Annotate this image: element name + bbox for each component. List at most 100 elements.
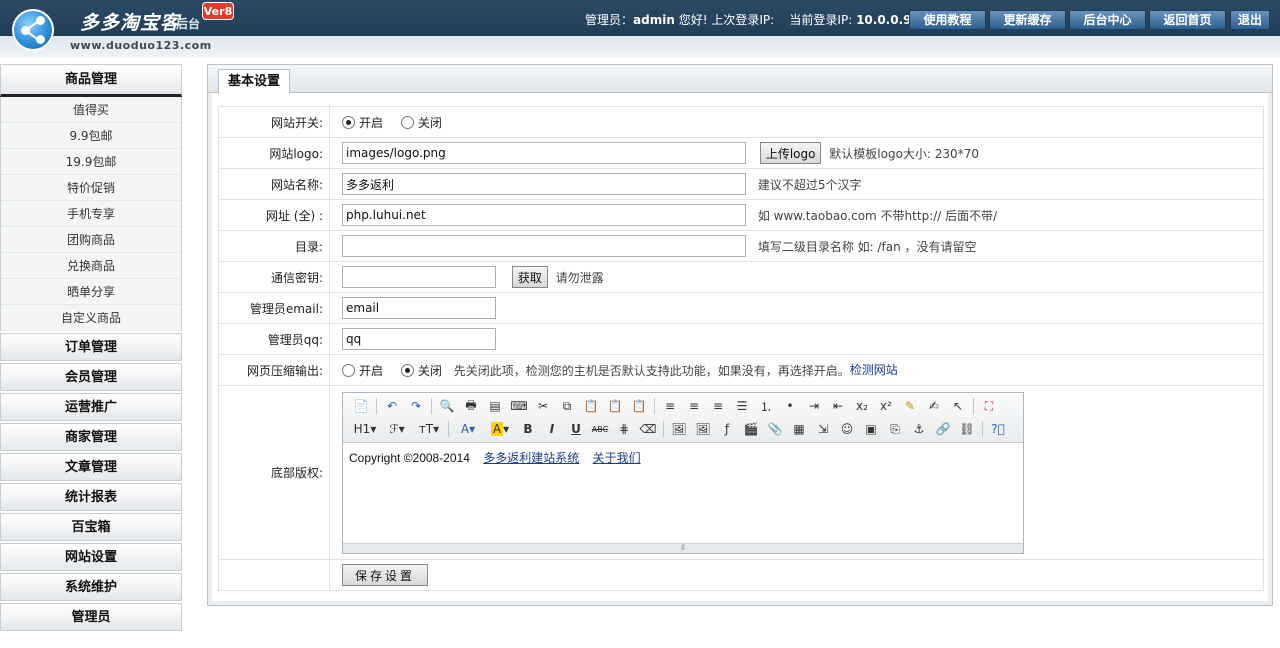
refresh-cache-button[interactable]: 更新缓存: [989, 10, 1066, 30]
select-all-icon[interactable]: ✍: [922, 396, 946, 416]
current-ip: 10.0.0.9: [856, 13, 912, 27]
menu-promotion[interactable]: 运营推广: [0, 393, 182, 421]
admin-email-label: 管理员email:: [218, 292, 330, 324]
source-icon[interactable]: 📄: [349, 396, 373, 416]
page-break-icon[interactable]: ⎘: [883, 419, 907, 439]
save-settings-button[interactable]: 保存设置: [342, 564, 428, 586]
strikethrough-icon[interactable]: ABC: [588, 419, 612, 439]
submenu-item[interactable]: 晒单分享: [1, 279, 181, 305]
submenu-item[interactable]: 19.9包邮: [1, 149, 181, 175]
image-manager-icon[interactable]: ▣: [859, 419, 883, 439]
submenu-item[interactable]: 值得买: [1, 97, 181, 123]
editor-content[interactable]: Copyright ©2008-2014 多多返利建站系统 关于我们: [343, 443, 1023, 543]
preview-icon[interactable]: 🔍: [435, 396, 459, 416]
align-center-icon[interactable]: ≡: [682, 396, 706, 416]
menu-orders[interactable]: 订单管理: [0, 333, 182, 361]
print-icon[interactable]: 🖶: [459, 396, 483, 416]
multi-image-icon[interactable]: 🖼: [691, 419, 715, 439]
highlight-icon[interactable]: A ▾: [484, 419, 516, 439]
check-site-link[interactable]: 检测网站: [850, 363, 898, 377]
menu-members[interactable]: 会员管理: [0, 363, 182, 391]
paste-word-icon[interactable]: 📋: [627, 396, 651, 416]
tutorial-button[interactable]: 使用教程: [909, 10, 986, 30]
code-icon[interactable]: ⌨: [507, 396, 531, 416]
copy-icon[interactable]: ⧉: [555, 396, 579, 416]
align-right-icon[interactable]: ≡: [706, 396, 730, 416]
help-icon[interactable]: ?⃝: [986, 419, 1010, 439]
heading-icon[interactable]: H1 ▾: [349, 419, 381, 439]
submenu-item[interactable]: 手机专享: [1, 201, 181, 227]
table-icon[interactable]: ▦: [787, 419, 811, 439]
font-size-icon[interactable]: тT ▾: [413, 419, 445, 439]
menu-admins[interactable]: 管理员: [0, 603, 182, 631]
hr-icon[interactable]: ⇲: [811, 419, 835, 439]
copyright-link-system[interactable]: 多多返利建站系统: [483, 451, 579, 465]
get-key-button[interactable]: 获取: [511, 266, 548, 288]
bold-icon[interactable]: B: [516, 419, 540, 439]
image-icon[interactable]: 🖼: [667, 419, 691, 439]
admin-email-input[interactable]: [342, 297, 496, 319]
fullscreen-icon[interactable]: ⛶: [977, 396, 1001, 416]
comm-key-input[interactable]: [342, 266, 496, 288]
anchor-icon[interactable]: ⚓: [907, 419, 931, 439]
admin-qq-input[interactable]: [342, 328, 496, 350]
unlink-icon[interactable]: ⛓: [955, 419, 979, 439]
upload-logo-button[interactable]: 上传logo: [759, 142, 822, 164]
unordered-list-icon[interactable]: •: [778, 396, 802, 416]
site-switch-on-radio[interactable]: [342, 115, 355, 129]
admin-center-button[interactable]: 后台中心: [1069, 10, 1146, 30]
menu-toolbox[interactable]: 百宝箱: [0, 513, 182, 541]
gzip-off-radio[interactable]: [400, 364, 414, 377]
paste-icon[interactable]: 📋: [579, 396, 603, 416]
submenu-item[interactable]: 兑换商品: [1, 253, 181, 279]
menu-reports[interactable]: 统计报表: [0, 483, 182, 511]
attachment-icon[interactable]: 📎: [763, 419, 787, 439]
site-url-input[interactable]: [342, 204, 746, 226]
menu-maintenance[interactable]: 系统维护: [0, 573, 182, 601]
logo-hint: 默认模板logo大小: 230*70: [829, 146, 979, 161]
redo-icon[interactable]: ↷: [404, 396, 428, 416]
copyright-link-about[interactable]: 关于我们: [593, 451, 641, 465]
outdent-icon[interactable]: ⇤: [826, 396, 850, 416]
media-icon[interactable]: 🎬: [739, 419, 763, 439]
row-site-switch: 网站开关: 开启 关闭: [218, 106, 1264, 138]
directory-input[interactable]: [342, 235, 746, 257]
menu-site-settings[interactable]: 网站设置: [0, 543, 182, 571]
align-justify-icon[interactable]: ☰: [730, 396, 754, 416]
submenu-item[interactable]: 团购商品: [1, 227, 181, 253]
editor-resize-handle[interactable]: ⇳: [343, 542, 1023, 553]
eraser-icon[interactable]: ⌫: [636, 419, 660, 439]
undo-icon[interactable]: ↶: [380, 396, 404, 416]
underline-icon[interactable]: U: [564, 419, 588, 439]
logout-button[interactable]: 退出: [1230, 10, 1270, 30]
indent-icon[interactable]: ⇥: [802, 396, 826, 416]
font-color-icon[interactable]: A▾: [452, 419, 484, 439]
logo-input[interactable]: [342, 142, 746, 164]
pointer-icon[interactable]: ↖: [946, 396, 970, 416]
home-button[interactable]: 返回首页: [1149, 10, 1226, 30]
site-switch-off-radio[interactable]: [400, 115, 414, 129]
align-left-icon[interactable]: ≡: [658, 396, 682, 416]
site-name-input[interactable]: [342, 173, 746, 195]
font-family-icon[interactable]: ℱ ▾: [381, 419, 413, 439]
submenu-item[interactable]: 特价促销: [1, 175, 181, 201]
menu-merchants[interactable]: 商家管理: [0, 423, 182, 451]
subscript-icon[interactable]: x₂: [850, 396, 874, 416]
template-icon[interactable]: ▤: [483, 396, 507, 416]
submenu-item[interactable]: 自定义商品: [1, 305, 181, 331]
emoticon-icon[interactable]: ☺: [835, 419, 859, 439]
italic-icon[interactable]: I: [540, 419, 564, 439]
clear-format-icon[interactable]: ✎: [898, 396, 922, 416]
ordered-list-icon[interactable]: ⒈: [754, 396, 778, 416]
submenu-item[interactable]: 9.9包邮: [1, 123, 181, 149]
superscript-icon[interactable]: x²: [874, 396, 898, 416]
flash-icon[interactable]: ƒ: [715, 419, 739, 439]
tab-basic-settings[interactable]: 基本设置: [218, 69, 290, 94]
menu-products[interactable]: 商品管理: [0, 64, 182, 97]
link-icon[interactable]: 🔗: [931, 419, 955, 439]
table-border-icon[interactable]: ⋕: [612, 419, 636, 439]
paste-text-icon[interactable]: 📋: [603, 396, 627, 416]
gzip-on-radio[interactable]: [342, 364, 355, 377]
cut-icon[interactable]: ✂: [531, 396, 555, 416]
menu-articles[interactable]: 文章管理: [0, 453, 182, 481]
